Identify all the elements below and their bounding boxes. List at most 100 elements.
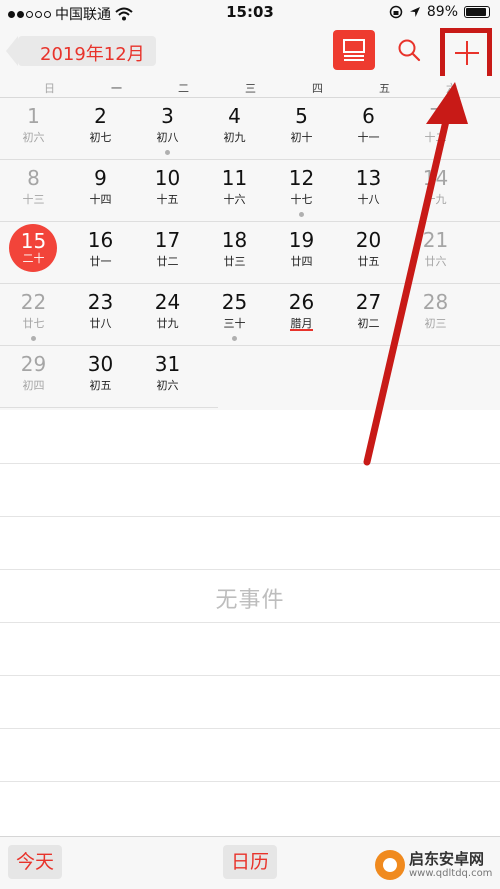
day-number: 9 <box>94 166 107 190</box>
list-view-button[interactable] <box>333 30 375 70</box>
day-number: 1 <box>27 104 40 128</box>
day-cell[interactable]: 25 三十 <box>201 284 268 346</box>
day-cell[interactable]: 14 十九 <box>402 160 469 222</box>
day-number: 5 <box>295 104 308 128</box>
watermark: 启东安卓网 www.qdltdq.com <box>375 848 497 884</box>
search-icon[interactable] <box>395 36 423 64</box>
week-row: 29 初四 30 初五 31 初六 <box>0 346 500 408</box>
day-cell[interactable]: 9 十四 <box>67 160 134 222</box>
list-separator <box>0 728 500 729</box>
lunar-date: 初五 <box>89 379 112 392</box>
status-bar: 中国联通 15:03 89% <box>0 0 500 26</box>
day-cell[interactable]: 24 廿九 <box>134 284 201 346</box>
day-cell[interactable]: 30 初五 <box>67 346 134 408</box>
weekday-fri: 五 <box>379 82 390 95</box>
day-cell[interactable]: 26 腊月 <box>268 284 335 346</box>
watermark-brand: 启东安卓网 <box>409 850 485 868</box>
day-cell[interactable]: 22 廿七 <box>0 284 67 346</box>
month-grid: 1 初六 2 初七 3 初八 4 初九 5 初十 6 十一 7 十二 8 十三 9 十四 10 十五 11 十六 12 十七 1… <box>0 98 500 410</box>
event-dot <box>31 336 36 341</box>
event-dot <box>232 336 237 341</box>
lunar-date: 廿三 <box>223 255 246 268</box>
event-dot <box>299 212 304 217</box>
day-number: 2 <box>94 104 107 128</box>
day-cell[interactable]: 5 初十 <box>268 98 335 160</box>
day-number: 19 <box>288 228 315 252</box>
no-events-label: 无事件 <box>215 588 285 613</box>
lunar-date: 初四 <box>22 379 45 392</box>
lunar-date: 初二 <box>357 317 380 330</box>
lunar-date: 初六 <box>156 379 179 392</box>
day-number: 28 <box>422 290 449 314</box>
rotation-lock-icon <box>389 5 403 19</box>
event-dot <box>165 150 170 155</box>
lunar-date: 初十 <box>290 131 313 144</box>
day-cell[interactable]: 27 初二 <box>335 284 402 346</box>
back-to-month-button[interactable]: 2019年12月 <box>6 36 156 66</box>
list-separator <box>0 516 500 517</box>
day-cell[interactable]: 29 初四 <box>0 346 67 408</box>
day-number: 18 <box>221 228 248 252</box>
lunar-date: 廿九 <box>156 317 179 330</box>
list-separator <box>0 622 500 623</box>
day-cell[interactable]: 8 十三 <box>0 160 67 222</box>
day-number: 27 <box>355 290 382 314</box>
day-cell[interactable]: 3 初八 <box>134 98 201 160</box>
day-cell[interactable]: 31 初六 <box>134 346 201 408</box>
week-row: 15 二十 16 廿一 17 廿二 18 廿三 19 廿四 20 廿五 21 廿六 <box>0 222 500 284</box>
day-cell[interactable]: 1 初六 <box>0 98 67 160</box>
calendars-button[interactable]: 日历 <box>223 845 277 879</box>
weekday-tue: 二 <box>178 82 189 95</box>
lunar-date: 十八 <box>357 193 380 206</box>
lunar-date: 廿七 <box>22 317 45 330</box>
day-cell[interactable]: 18 廿三 <box>201 222 268 284</box>
lunar-date: 十一 <box>357 131 380 144</box>
today-button[interactable]: 今天 <box>8 845 62 879</box>
day-number: 12 <box>288 166 315 190</box>
list-separator <box>0 675 500 676</box>
weekday-wed: 三 <box>245 82 256 95</box>
day-cell[interactable]: 20 廿五 <box>335 222 402 284</box>
day-number: 16 <box>87 228 114 252</box>
day-number: 20 <box>355 228 382 252</box>
day-cell-today[interactable]: 15 二十 <box>0 222 67 284</box>
day-number: 8 <box>27 166 40 190</box>
lunar-date: 十六 <box>223 193 246 206</box>
day-cell[interactable]: 2 初七 <box>67 98 134 160</box>
lunar-date: 廿六 <box>424 255 447 268</box>
day-number: 30 <box>87 352 114 376</box>
day-cell[interactable]: 16 廿一 <box>67 222 134 284</box>
add-event-button[interactable] <box>454 40 480 66</box>
day-cell[interactable]: 4 初九 <box>201 98 268 160</box>
week-row: 8 十三 9 十四 10 十五 11 十六 12 十七 13 十八 14 十九 <box>0 160 500 222</box>
lunar-date: 廿四 <box>290 255 313 268</box>
day-cell[interactable]: 28 初三 <box>402 284 469 346</box>
day-cell[interactable]: 12 十七 <box>268 160 335 222</box>
day-number: 14 <box>422 166 449 190</box>
day-cell[interactable]: 10 十五 <box>134 160 201 222</box>
day-cell[interactable]: 6 十一 <box>335 98 402 160</box>
day-cell[interactable]: 23 廿八 <box>67 284 134 346</box>
day-cell[interactable]: 17 廿二 <box>134 222 201 284</box>
day-number: 13 <box>355 166 382 190</box>
lunar-date: 初九 <box>223 131 246 144</box>
lunar-date: 三十 <box>223 317 246 330</box>
day-number: 7 <box>429 104 442 128</box>
lunar-date: 十四 <box>89 193 112 206</box>
day-cell[interactable]: 13 十八 <box>335 160 402 222</box>
events-list[interactable]: 无事件 <box>0 410 500 836</box>
day-cell[interactable]: 19 廿四 <box>268 222 335 284</box>
day-cell[interactable]: 11 十六 <box>201 160 268 222</box>
lunar-date: 廿一 <box>89 255 112 268</box>
bottom-toolbar: 今天 日历 启东安卓网 www.qdltdq.com <box>0 836 500 889</box>
day-cell[interactable]: 21 廿六 <box>402 222 469 284</box>
day-number: 26 <box>288 290 315 314</box>
day-number: 23 <box>87 290 114 314</box>
lunar-date: 廿五 <box>357 255 380 268</box>
lunar-date: 十五 <box>156 193 179 206</box>
day-number: 31 <box>154 352 181 376</box>
week-row: 22 廿七 23 廿八 24 廿九 25 三十 26 腊月 27 初二 28 初三 <box>0 284 500 346</box>
day-cell[interactable]: 7 十二 <box>402 98 469 160</box>
list-separator <box>0 463 500 464</box>
list-view-icon <box>343 39 365 61</box>
